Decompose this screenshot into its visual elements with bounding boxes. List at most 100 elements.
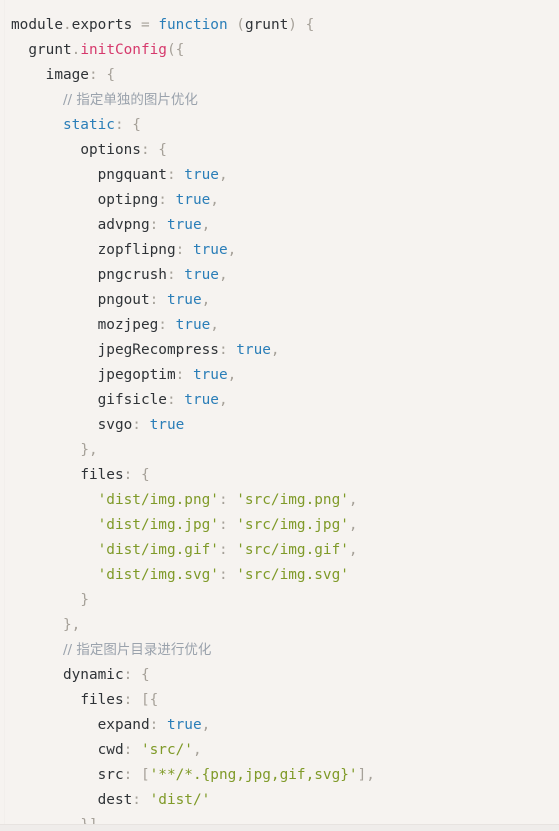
code-token-punct: , bbox=[348, 542, 358, 558]
code-token-keyword: function bbox=[158, 17, 228, 33]
code-token-punct: { bbox=[123, 117, 141, 133]
code-token-op: = bbox=[140, 17, 150, 33]
code-token-prop: pngout bbox=[97, 292, 150, 308]
code-token-punct: : bbox=[114, 117, 124, 133]
code-text[interactable]: module.exports = function (grunt) { grun… bbox=[11, 13, 559, 831]
code-token-literal: true bbox=[184, 392, 219, 408]
code-token-punct: : bbox=[166, 392, 185, 408]
code-token-punct: : bbox=[88, 67, 98, 83]
code-line: gifsicle: true, bbox=[11, 388, 559, 413]
code-token-punct: }, bbox=[62, 617, 81, 633]
code-token-prop: optipng bbox=[97, 192, 159, 208]
code-token-punct: : bbox=[123, 667, 133, 683]
code-token-punct: [ bbox=[140, 767, 150, 783]
code-token-prop: image bbox=[45, 67, 89, 83]
code-line: }, bbox=[11, 438, 559, 463]
code-token-literal: true bbox=[166, 717, 202, 733]
code-token-punct: ) { bbox=[288, 17, 315, 33]
code-line: svgo: true bbox=[11, 413, 559, 438]
code-token-prop: jpegRecompress bbox=[97, 342, 219, 358]
code-token-punct: , bbox=[270, 342, 280, 358]
code-token-literal: true bbox=[184, 267, 219, 283]
code-token-literal: true bbox=[175, 317, 211, 333]
code-token-punct: { bbox=[132, 667, 150, 683]
code-token-punct: : bbox=[166, 167, 185, 183]
code-line: mozjpeg: true, bbox=[11, 313, 559, 338]
code-token-string: '**/*.{png,jpg,gif,svg}' bbox=[149, 767, 358, 783]
code-token-comment: // 指定单独的图片优化 bbox=[62, 92, 198, 108]
code-token-string: 'src/img.png' bbox=[236, 492, 349, 508]
code-line: src: ['**/*.{png,jpg,gif,svg}'], bbox=[11, 763, 559, 788]
code-line: dynamic: { bbox=[11, 663, 559, 688]
code-token-punct: : bbox=[158, 317, 176, 333]
code-line: dest: 'dist/' bbox=[11, 788, 559, 813]
code-token-prop: options bbox=[80, 142, 141, 158]
code-token-ident: grunt bbox=[244, 17, 289, 33]
code-token-prop: cwd bbox=[97, 742, 124, 758]
code-line: zopflipng: true, bbox=[11, 238, 559, 263]
code-token-prop: svgo bbox=[97, 417, 133, 433]
code-line: files: [{ bbox=[11, 688, 559, 713]
code-block: module.exports = function (grunt) { grun… bbox=[0, 0, 559, 831]
code-line: static: { bbox=[11, 113, 559, 138]
code-token-punct: : bbox=[218, 567, 237, 583]
code-token-punct: , bbox=[348, 492, 358, 508]
code-line: 'dist/img.svg': 'src/img.svg' bbox=[11, 563, 559, 588]
code-token-string: 'dist/img.png' bbox=[97, 492, 219, 508]
code-token-punct: , bbox=[210, 317, 219, 333]
code-line: } bbox=[11, 588, 559, 613]
code-token-punct: : bbox=[123, 767, 141, 783]
code-token-prop: dynamic bbox=[62, 667, 124, 683]
code-token-string: 'dist/img.gif' bbox=[97, 542, 219, 558]
code-line: module.exports = function (grunt) { bbox=[11, 13, 559, 38]
code-token-prop: gifsicle bbox=[97, 392, 167, 408]
code-token-literal: true bbox=[149, 417, 185, 433]
code-token-punct: { bbox=[97, 67, 115, 83]
code-line: image: { bbox=[11, 63, 559, 88]
code-token-prop: pngquant bbox=[97, 167, 167, 183]
code-token-string: 'dist/img.jpg' bbox=[97, 517, 219, 533]
code-token-punct: , bbox=[218, 167, 228, 183]
code-token-literal: true bbox=[175, 192, 211, 208]
code-token-punct: ({ bbox=[166, 42, 185, 58]
code-token-ident: grunt bbox=[28, 42, 72, 58]
code-token-punct: : bbox=[218, 542, 237, 558]
code-token-prop: exports bbox=[71, 17, 133, 33]
code-token-punct: , bbox=[192, 742, 202, 758]
code-token-prop: files bbox=[80, 467, 124, 483]
code-token-literal: true bbox=[192, 242, 228, 258]
code-token-string: 'src/' bbox=[140, 742, 193, 758]
code-line: expand: true, bbox=[11, 713, 559, 738]
code-token-punct: : bbox=[149, 217, 167, 233]
code-line: 'dist/img.png': 'src/img.png', bbox=[11, 488, 559, 513]
code-token-punct: }, bbox=[80, 442, 98, 458]
code-token-punct: : bbox=[175, 367, 193, 383]
code-token-punct: : bbox=[132, 417, 150, 433]
code-token-punct: : bbox=[123, 692, 133, 708]
code-token-literal: true bbox=[166, 217, 202, 233]
code-line: options: { bbox=[11, 138, 559, 163]
code-line: pngcrush: true, bbox=[11, 263, 559, 288]
code-token-punct: , bbox=[227, 367, 237, 383]
code-token-string: 'src/img.svg' bbox=[236, 567, 349, 583]
code-token-punct: : bbox=[123, 742, 141, 758]
code-token-punct: , bbox=[201, 217, 211, 233]
code-token-punct: : bbox=[132, 792, 150, 808]
code-token-prop: mozjpeg bbox=[97, 317, 159, 333]
